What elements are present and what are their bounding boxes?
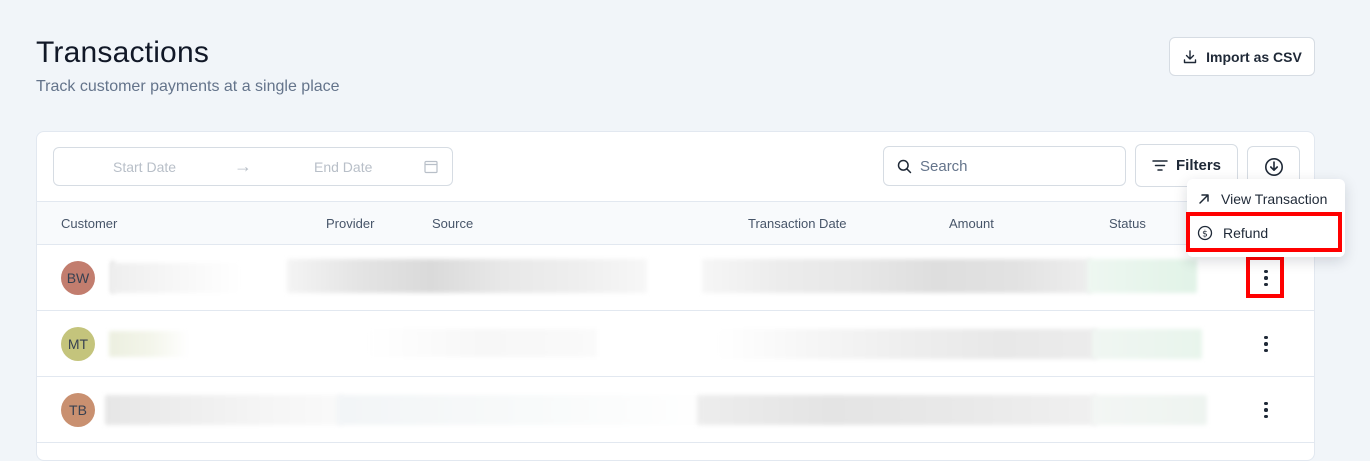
search-icon [897,159,912,173]
redacted-date-amount [697,395,1097,425]
download-circle-icon [1264,157,1283,176]
avatar: TB [61,393,95,427]
import-csv-button[interactable]: Import as CSV [1169,37,1315,76]
avatar: BW [61,261,95,295]
redacted-status [1092,395,1207,425]
column-header-customer[interactable]: Customer [61,216,117,231]
filter-icon [1152,160,1168,171]
table-row[interactable]: TB [37,377,1314,443]
row-actions-menu-icon[interactable] [1258,397,1274,423]
date-range-picker[interactable]: Start Date → End Date [53,147,453,186]
avatar: MT [61,327,95,361]
redacted-provider-source [337,395,717,425]
redacted-provider-source [287,259,647,293]
redacted-customer-name [105,395,345,425]
start-date-input[interactable]: Start Date [113,159,176,175]
column-header-transaction-date[interactable]: Transaction Date [748,216,847,231]
page-subtitle: Track customer payments at a single plac… [36,78,340,95]
redacted-customer-name [111,263,241,293]
table-row[interactable]: BW [37,245,1314,311]
column-header-amount[interactable]: Amount [949,216,994,231]
row-actions-menu-icon[interactable] [1258,331,1274,357]
redacted-provider-source [367,329,597,357]
column-header-source[interactable]: Source [432,216,473,231]
redacted-status [1092,329,1202,359]
search-field[interactable] [883,146,1126,186]
table-header: Customer Provider Source Transaction Dat… [37,201,1314,245]
highlight-refund [1186,212,1342,252]
redacted-status [1087,259,1197,293]
redacted-date-amount [717,329,1097,359]
view-transaction-label: View Transaction [1221,191,1328,207]
redacted-customer-name [109,331,189,357]
menu-item-view-transaction[interactable]: View Transaction [1187,182,1345,216]
filters-label: Filters [1175,157,1221,174]
import-csv-label: Import as CSV [1206,48,1302,65]
end-date-input[interactable]: End Date [314,159,372,175]
column-header-provider[interactable]: Provider [326,216,374,231]
page-title: Transactions [36,36,210,69]
calendar-icon[interactable] [424,160,438,174]
column-header-status[interactable]: Status [1109,216,1146,231]
redacted-date-amount [702,259,1092,293]
transactions-card: Start Date → End Date Filters Customer P… [36,131,1315,461]
search-input[interactable] [918,156,1112,176]
table-row[interactable]: MT [37,311,1314,377]
arrow-right-icon: → [234,156,252,176]
download-icon [1183,49,1197,63]
highlight-row-actions [1246,256,1284,298]
arrow-up-right-icon [1199,194,1209,204]
